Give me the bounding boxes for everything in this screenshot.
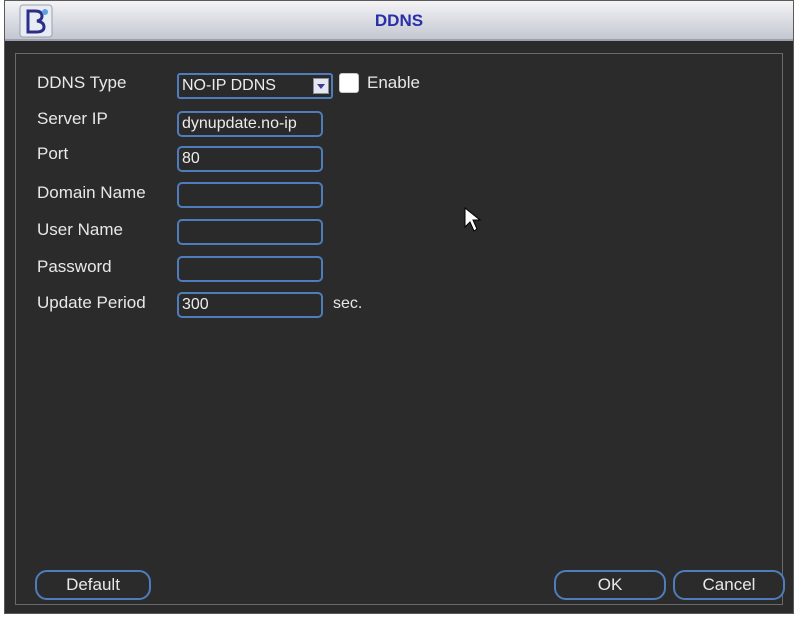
server-ip-label: Server IP <box>37 109 108 128</box>
user-name-input[interactable] <box>177 219 323 245</box>
chevron-down-icon[interactable] <box>313 78 329 94</box>
enable-checkbox[interactable] <box>339 73 359 93</box>
ddns-type-select[interactable]: NO-IP DDNS <box>177 73 333 99</box>
password-label: Password <box>37 257 112 276</box>
enable-label: Enable <box>367 73 420 92</box>
port-label: Port <box>37 144 69 163</box>
cancel-button[interactable]: Cancel <box>673 570 785 600</box>
window-title: DDNS <box>374 11 424 30</box>
password-input[interactable] <box>177 256 323 282</box>
ok-button[interactable]: OK <box>554 570 666 600</box>
title-bar: DDNS <box>5 1 793 41</box>
ddns-type-label: DDNS Type <box>37 73 127 92</box>
default-button[interactable]: Default <box>35 570 151 600</box>
update-period-unit: sec. <box>333 295 363 312</box>
mouse-pointer-icon <box>464 207 482 232</box>
domain-name-input[interactable] <box>177 182 323 208</box>
content-frame <box>15 53 783 605</box>
server-ip-input[interactable]: dynupdate.no-ip <box>177 111 323 137</box>
ddns-dialog: DDNS DDNS Type NO-IP DDNS Enable Server … <box>4 0 794 614</box>
ddns-type-value: NO-IP DDNS <box>182 77 276 94</box>
user-name-label: User Name <box>37 220 123 239</box>
update-period-label: Update Period <box>37 293 146 312</box>
update-period-input[interactable]: 300 <box>177 292 323 318</box>
domain-name-label: Domain Name <box>37 183 146 202</box>
port-input[interactable]: 80 <box>177 146 323 172</box>
